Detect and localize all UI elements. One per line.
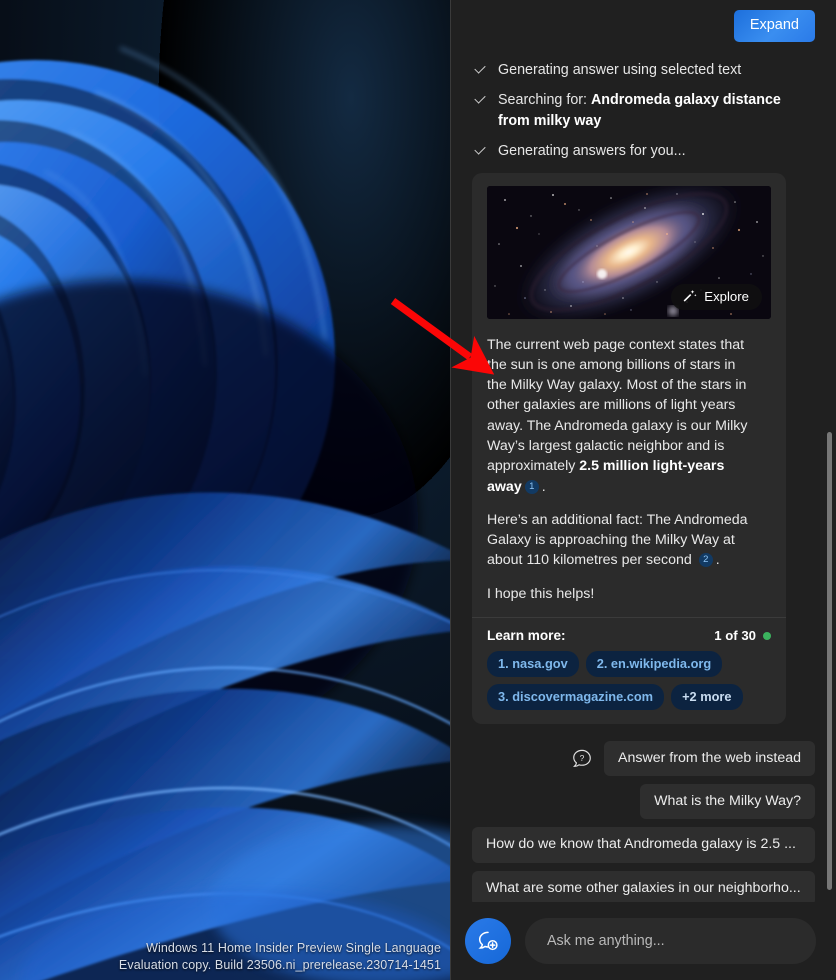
- screen: Windows 11 Home Insider Preview Single L…: [0, 0, 836, 980]
- progress-step-label: Searching for: Andromeda galaxy distance…: [498, 90, 788, 132]
- expand-row: Expand: [465, 0, 822, 42]
- explore-label: Explore: [704, 288, 749, 304]
- desktop-wallpaper: Windows 11 Home Insider Preview Single L…: [0, 0, 450, 980]
- progress-step: Generating answer using selected text: [473, 60, 822, 81]
- windows-watermark: Windows 11 Home Insider Preview Single L…: [119, 940, 441, 974]
- question-bubble-icon: ?: [573, 749, 591, 767]
- source-chip-more[interactable]: +2 more: [671, 684, 743, 711]
- composer-bar: [451, 902, 836, 980]
- ask-input-box[interactable]: [525, 918, 816, 964]
- source-chip[interactable]: 1. nasa.gov: [487, 651, 579, 678]
- citation-badge-1[interactable]: 1: [524, 479, 539, 494]
- source-chip[interactable]: 3. discovermagazine.com: [487, 684, 665, 711]
- watermark-line-2: Evaluation copy. Build 23506.ni_prerelea…: [118, 958, 441, 972]
- ask-input[interactable]: [547, 933, 794, 949]
- hero-image-wrap: Explore: [472, 173, 786, 325]
- wallpaper-bloom-art: [0, 0, 450, 980]
- answer-paragraph-3: I hope this helps!: [487, 585, 595, 602]
- progress-step-label: Generating answers for you...: [498, 142, 686, 159]
- answer-text: The current web page context states that…: [472, 325, 772, 605]
- andromeda-galaxy-image: Explore: [487, 185, 771, 319]
- citation-badge-2[interactable]: 2: [698, 553, 713, 568]
- learn-more-section: Learn more: 1 of 30 1. nasa.gov 2. en.wi…: [472, 618, 786, 724]
- progress-step-label: Generating answer using selected text: [498, 61, 742, 78]
- check-icon: [473, 93, 488, 108]
- status-dot-icon: [763, 631, 771, 640]
- panel-scrollbar[interactable]: [826, 0, 833, 902]
- svg-text:?: ?: [580, 753, 585, 763]
- progress-step: Searching for: Andromeda galaxy distance…: [473, 90, 822, 132]
- answer-p1-period: .: [541, 478, 546, 495]
- learn-more-title: Learn more:: [487, 628, 566, 644]
- learn-more-header: Learn more: 1 of 30: [487, 628, 771, 643]
- suggestion-button-web[interactable]: Answer from the web instead: [604, 741, 815, 777]
- copilot-scroll-area: Expand Generating answer using selected …: [451, 0, 836, 980]
- suggestion-row: What are some other galaxies in our neig…: [472, 870, 815, 906]
- suggestion-row: How do we know that Andromeda galaxy is …: [472, 827, 815, 863]
- suggestion-button[interactable]: What are some other galaxies in our neig…: [472, 870, 815, 906]
- expand-button[interactable]: Expand: [733, 10, 815, 42]
- new-topic-button[interactable]: [465, 918, 511, 964]
- suggestion-row: What is the Milky Way?: [472, 784, 815, 820]
- suggestion-row: ? Answer from the web instead: [472, 741, 815, 777]
- suggestion-list: ? Answer from the web instead What is th…: [465, 741, 822, 906]
- copilot-sidebar: Expand Generating answer using selected …: [450, 0, 836, 980]
- magic-wand-icon: [683, 289, 697, 302]
- answer-paragraph-2: Here’s an additional fact: The Andromeda…: [487, 510, 757, 571]
- source-chip[interactable]: 2. en.wikipedia.org: [585, 651, 723, 678]
- check-icon: [473, 144, 488, 159]
- check-icon: [473, 63, 488, 78]
- answer-p1-text: The current web page context states that…: [487, 336, 748, 475]
- source-counter: 1 of 30: [714, 628, 771, 643]
- source-counter-label: 1 of 30: [714, 628, 756, 644]
- suggestion-button[interactable]: How do we know that Andromeda galaxy is …: [472, 827, 815, 863]
- suggestion-button[interactable]: What is the Milky Way?: [640, 784, 815, 820]
- progress-steps: Generating answer using selected text Se…: [465, 60, 822, 162]
- scrollbar-thumb[interactable]: [827, 432, 832, 890]
- watermark-line-1: Windows 11 Home Insider Preview Single L…: [146, 941, 441, 955]
- answer-card: Explore The current web page context sta…: [472, 172, 786, 725]
- answer-paragraph-1: The current web page context states that…: [487, 335, 757, 497]
- new-chat-bubble-icon: [478, 931, 498, 951]
- explore-button[interactable]: Explore: [671, 283, 762, 310]
- progress-step-prefix: Searching for:: [498, 91, 591, 108]
- answer-p2-period: .: [715, 552, 720, 569]
- progress-step: Generating answers for you...: [473, 141, 822, 162]
- source-chip-list: 1. nasa.gov 2. en.wikipedia.org 3. disco…: [487, 651, 771, 711]
